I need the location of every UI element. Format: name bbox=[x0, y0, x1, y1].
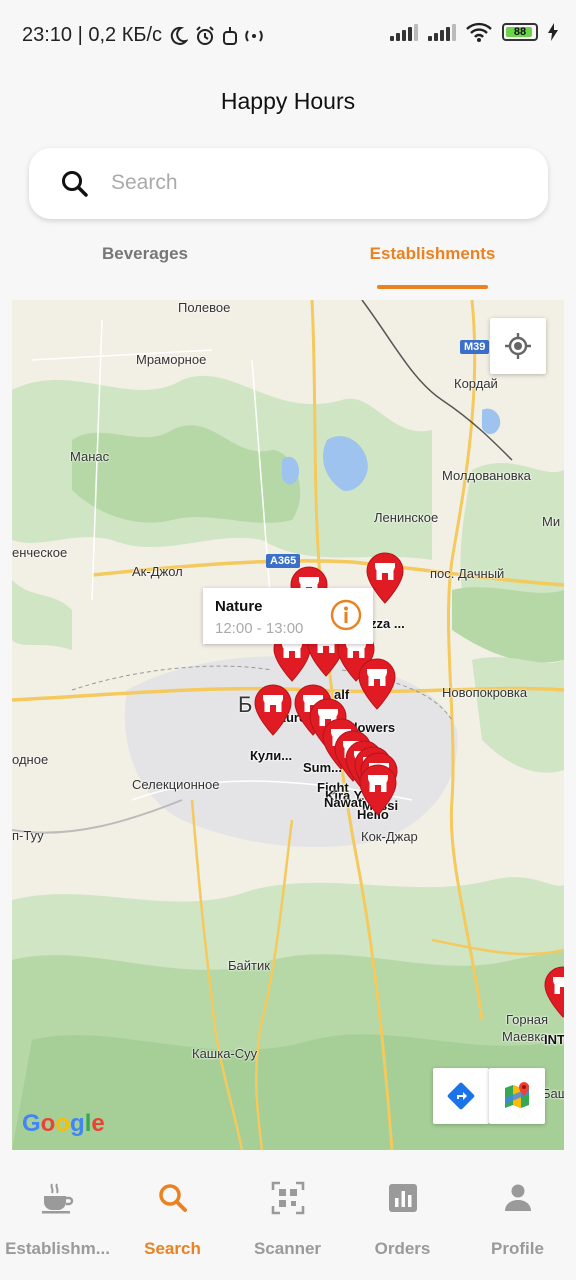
map-label-moldovanovka: Молдовановка bbox=[442, 468, 531, 483]
nav-scanner[interactable]: Scanner bbox=[230, 1150, 345, 1280]
status-time-speed: 23:10 | 0,2 КБ/с bbox=[22, 24, 163, 46]
nav-label: Search bbox=[144, 1239, 201, 1258]
wifi-icon bbox=[466, 22, 492, 42]
search-icon bbox=[62, 171, 88, 197]
nfc-icon bbox=[245, 29, 263, 42]
my-location-button[interactable] bbox=[490, 318, 546, 374]
map-label-dachny: пос. Дачный bbox=[430, 566, 505, 581]
pin-label: Кули... bbox=[250, 748, 293, 763]
establishment-marker[interactable] bbox=[359, 764, 397, 816]
coffee-cup-icon bbox=[41, 1183, 73, 1214]
info-icon[interactable] bbox=[329, 598, 363, 632]
map-label-korday: Кордай bbox=[454, 376, 498, 391]
road-badge-m39: М39 bbox=[460, 340, 490, 354]
directions-button[interactable] bbox=[433, 1068, 489, 1124]
alarm-icon bbox=[196, 25, 214, 45]
map-label-leninskoe: Ленинское bbox=[374, 510, 439, 525]
info-window-name: Nature bbox=[215, 598, 263, 615]
bottom-navigation: Establishm... Search Scanner Orders Prof… bbox=[0, 1150, 576, 1280]
robot-icon bbox=[223, 26, 238, 45]
map-label-baytik: Байтик bbox=[228, 958, 270, 973]
person-icon bbox=[504, 1184, 531, 1211]
active-tab-indicator bbox=[377, 285, 488, 289]
info-window-hours: 12:00 - 13:00 bbox=[215, 620, 304, 637]
nav-label: Establishm... bbox=[5, 1239, 110, 1258]
map-label-kok-djar: Кок-Джар bbox=[361, 829, 418, 844]
nav-profile[interactable]: Profile bbox=[460, 1150, 575, 1280]
map-label-maevka: Маевка bbox=[502, 1029, 548, 1044]
establishment-marker[interactable] bbox=[544, 966, 564, 1018]
store-marker-icon bbox=[358, 658, 396, 710]
map-label-polevoe: Полевое bbox=[178, 300, 231, 315]
search-bar[interactable] bbox=[29, 148, 548, 219]
map-label-enchskoe: енческое bbox=[12, 545, 68, 560]
map-label-selekcionnoe: Селекционное bbox=[132, 777, 220, 792]
battery-icon: 88 bbox=[502, 23, 538, 41]
pin-label: zza ... bbox=[370, 616, 405, 631]
status-right: 88 bbox=[390, 22, 558, 42]
establishment-marker[interactable] bbox=[358, 658, 396, 710]
map-label-bash: Баш bbox=[542, 1086, 564, 1101]
directions-icon bbox=[447, 1082, 475, 1110]
store-marker-icon bbox=[359, 764, 397, 816]
marker-info-window[interactable]: Nature 12:00 - 13:00 bbox=[203, 588, 373, 644]
tab-establishments[interactable]: Establishments bbox=[360, 244, 505, 290]
signal-icon bbox=[390, 23, 418, 41]
google-maps-icon bbox=[505, 1082, 529, 1108]
moon-icon bbox=[170, 26, 189, 45]
qr-scanner-icon bbox=[271, 1181, 304, 1215]
map-view[interactable]: Полевое Мраморное Манас Кордай Молдовано… bbox=[12, 300, 564, 1150]
nav-search[interactable]: Search bbox=[115, 1150, 230, 1280]
map-label-novopokrovka: Новопокровка bbox=[442, 685, 528, 700]
signal-icon-2 bbox=[428, 23, 456, 41]
map-label-ak-djol: Ак-Джол bbox=[132, 564, 183, 579]
map-label-city: Б bbox=[238, 692, 253, 717]
tab-beverages[interactable]: Beverages bbox=[60, 244, 230, 290]
establishment-marker[interactable] bbox=[254, 684, 292, 736]
search-input[interactable] bbox=[111, 162, 531, 204]
store-marker-icon bbox=[254, 684, 292, 736]
nav-label: Orders bbox=[374, 1239, 431, 1258]
nav-label: Profile bbox=[491, 1239, 544, 1258]
nav-orders[interactable]: Orders bbox=[345, 1150, 460, 1280]
status-left: 23:10 | 0,2 КБ/с bbox=[22, 24, 264, 47]
status-bar: 23:10 | 0,2 КБ/с 88 bbox=[0, 0, 576, 70]
google-logo: Google bbox=[22, 1110, 105, 1137]
nav-label: Scanner bbox=[253, 1239, 322, 1258]
open-google-maps-button[interactable] bbox=[489, 1068, 545, 1124]
page-title: Happy Hours bbox=[220, 88, 356, 114]
bar-chart-icon bbox=[388, 1184, 417, 1212]
charging-icon bbox=[548, 23, 558, 41]
pin-label: INT bbox=[544, 1032, 564, 1047]
nav-establishments[interactable]: Establishm... bbox=[0, 1150, 115, 1280]
map-label-gornaya: Горная bbox=[506, 1012, 549, 1027]
crosshair-icon bbox=[505, 333, 531, 359]
battery-level: 88 bbox=[513, 26, 527, 38]
store-marker-icon bbox=[544, 966, 564, 1018]
search-icon bbox=[158, 1184, 187, 1212]
map-label-manas: Манас bbox=[70, 449, 110, 464]
map-label-odnoe: одное bbox=[12, 752, 49, 767]
map-label-mi: Ми bbox=[542, 514, 561, 529]
map-label-p-tuu: п-Туу bbox=[12, 828, 44, 843]
map-label-kashka-suu: Кашка-Суу bbox=[192, 1046, 258, 1061]
map-label-mramornoe: Мраморное bbox=[136, 352, 207, 367]
